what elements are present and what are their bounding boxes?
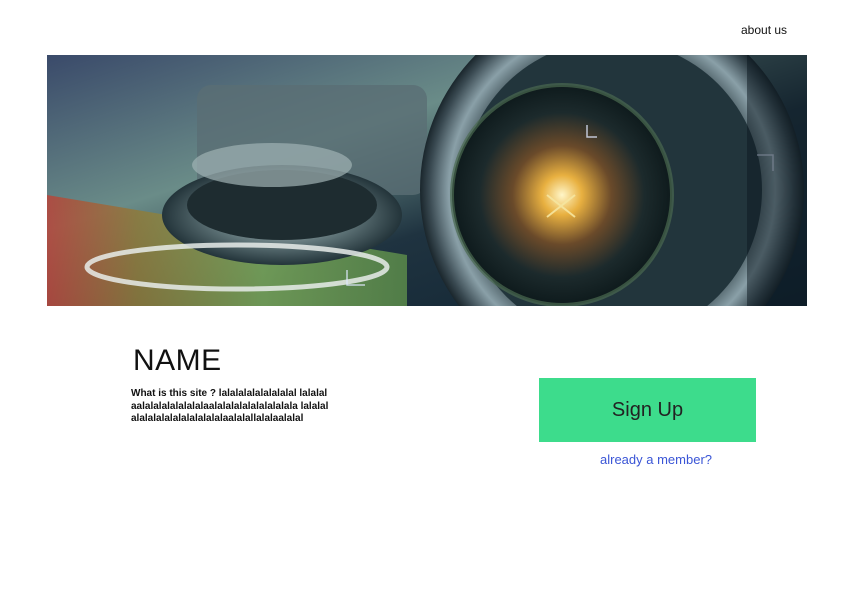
site-description: What is this site ? lalalalalalalalalal … — [131, 388, 329, 424]
already-member-link[interactable]: already a member? — [539, 452, 773, 467]
site-name-heading: NAME — [133, 344, 222, 377]
about-us-link[interactable]: about us — [741, 23, 787, 37]
landing-page: about us NAME What is this site ? lalala… — [0, 0, 842, 596]
hero-image — [47, 55, 807, 306]
sign-up-button[interactable]: Sign Up — [539, 378, 756, 442]
camera-lens-photo — [47, 55, 807, 306]
